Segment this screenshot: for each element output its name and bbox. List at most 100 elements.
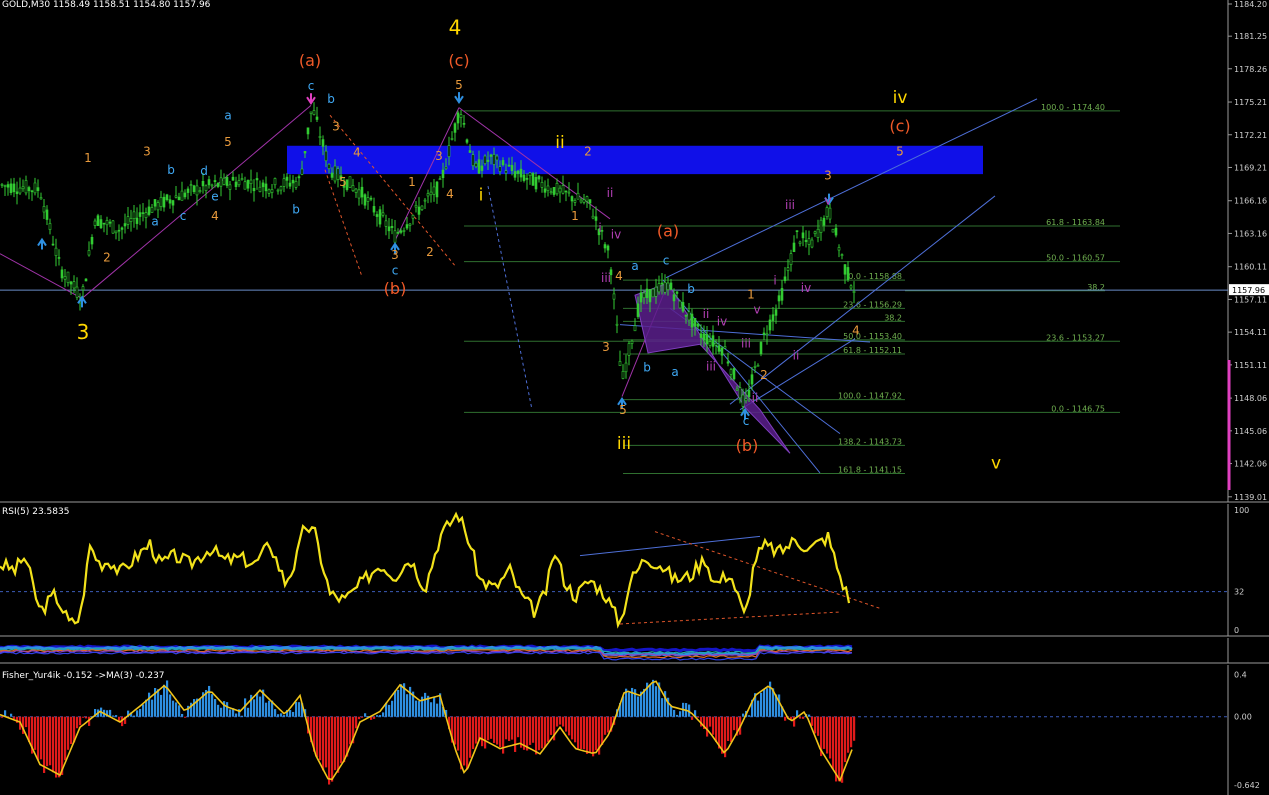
candle-body [801, 232, 805, 239]
candle-body [243, 181, 247, 190]
candle-body [195, 185, 199, 196]
candle-body [615, 323, 619, 326]
fisher-bar [466, 716, 469, 770]
fisher-bar [415, 700, 418, 717]
candle-body [48, 223, 52, 230]
candle-body [240, 178, 244, 181]
candle-body [750, 374, 754, 385]
candle-body [6, 184, 10, 188]
candle-body [660, 282, 664, 285]
wave-label: (c) [448, 51, 469, 70]
fisher-bar [808, 714, 811, 717]
fisher-bar [475, 716, 478, 744]
candle-body [87, 250, 91, 256]
candle-body [426, 193, 430, 197]
candle-body [780, 288, 784, 301]
candle-body [477, 159, 481, 174]
candle-body [438, 178, 442, 181]
candle-body [288, 182, 292, 187]
wave-label: iii [785, 198, 795, 212]
candle-body [387, 226, 391, 232]
fisher-bar [55, 716, 58, 778]
fisher-bar [469, 716, 472, 758]
candle-body [24, 180, 28, 194]
candle-body [276, 189, 280, 192]
wave-label: iv [611, 227, 621, 241]
fisher-bar [778, 694, 781, 717]
fisher-bar [391, 700, 394, 717]
candle-body [306, 127, 310, 135]
wave-label: a [671, 365, 678, 379]
fisher-bar [220, 707, 223, 717]
fisher-bar [193, 699, 196, 717]
trading-chart[interactable]: 100.0 - 1174.40 61.8 - 1163.84 50.0 - 1160… [0, 0, 1269, 795]
candle-body [606, 245, 610, 251]
candle-body [657, 283, 661, 293]
fisher-bar [508, 716, 511, 741]
wave-label: v [753, 303, 760, 317]
fisher-bar [46, 716, 49, 767]
fisher-bar [406, 694, 409, 717]
fisher-bar [526, 716, 529, 751]
candle-body [324, 150, 328, 162]
candle-body [405, 224, 409, 229]
candle-body [768, 319, 772, 331]
wave-label: iii [601, 271, 611, 285]
wave-label: b [167, 163, 175, 177]
price-tick-label: 1175.21 [1234, 98, 1267, 107]
fisher-bar [358, 716, 361, 720]
fisher-bar [67, 716, 70, 750]
candle-body [777, 295, 781, 302]
fisher-bar [709, 716, 712, 727]
price-tick-label: 1157.11 [1234, 295, 1267, 304]
candle-body [150, 207, 154, 213]
price-tick-label: 1184.20 [1234, 0, 1267, 9]
candle-body [666, 282, 670, 290]
candle-body [135, 217, 139, 224]
wave-label: 3 [332, 119, 340, 133]
fisher-bar [853, 716, 856, 741]
candle-body [522, 174, 526, 181]
wave-label: iii [617, 434, 631, 454]
candle-body [210, 184, 214, 187]
fisher-bar [184, 716, 187, 718]
fisher-bar [199, 698, 202, 717]
fisher-bar [628, 692, 631, 717]
candle-body [282, 178, 286, 187]
fisher-bar [547, 716, 550, 742]
main-panel-title: GOLD,M30 1158.49 1158.51 1154.80 1157.96 [2, 0, 211, 10]
candle-body [177, 196, 181, 201]
price-panel[interactable]: 100.0 - 1174.40 61.8 - 1163.84 50.0 - 1160… [0, 0, 1269, 503]
fisher-bar [574, 716, 577, 743]
fisher-bar [337, 716, 340, 773]
fisher-bar [139, 708, 142, 717]
fisher-panel[interactable]: 0.4 0.00 -0.642 [0, 665, 1269, 795]
middle-indicator-panel[interactable] [0, 638, 1269, 664]
candle-body [531, 172, 535, 186]
fisher-bar [37, 716, 40, 761]
candle-body [360, 186, 364, 198]
wave-label: 4 [353, 146, 361, 160]
wave-label: i [773, 273, 776, 287]
candle-body [381, 212, 385, 216]
rsi-panel[interactable]: 100 32 0 [0, 504, 1269, 637]
fibo-label: 0.0 - 1158.88 [848, 272, 902, 281]
fisher-bar [730, 716, 733, 743]
fisher-bar [823, 716, 826, 749]
wave-label: (b) [384, 279, 407, 298]
candle-body [807, 238, 811, 245]
candle-body [543, 188, 547, 193]
fisher-bar [10, 713, 13, 717]
candle-body [348, 176, 352, 188]
candle-body [0, 184, 4, 186]
candle-body [21, 186, 25, 190]
candle-body [663, 282, 667, 293]
candle-body [156, 202, 160, 211]
wave-label: ii [703, 307, 710, 321]
fisher-bar [604, 716, 607, 735]
candle-body [33, 182, 37, 194]
candle-body [192, 185, 196, 193]
candle-body [759, 342, 763, 355]
candle-body [480, 165, 484, 171]
candle-body [414, 205, 418, 208]
